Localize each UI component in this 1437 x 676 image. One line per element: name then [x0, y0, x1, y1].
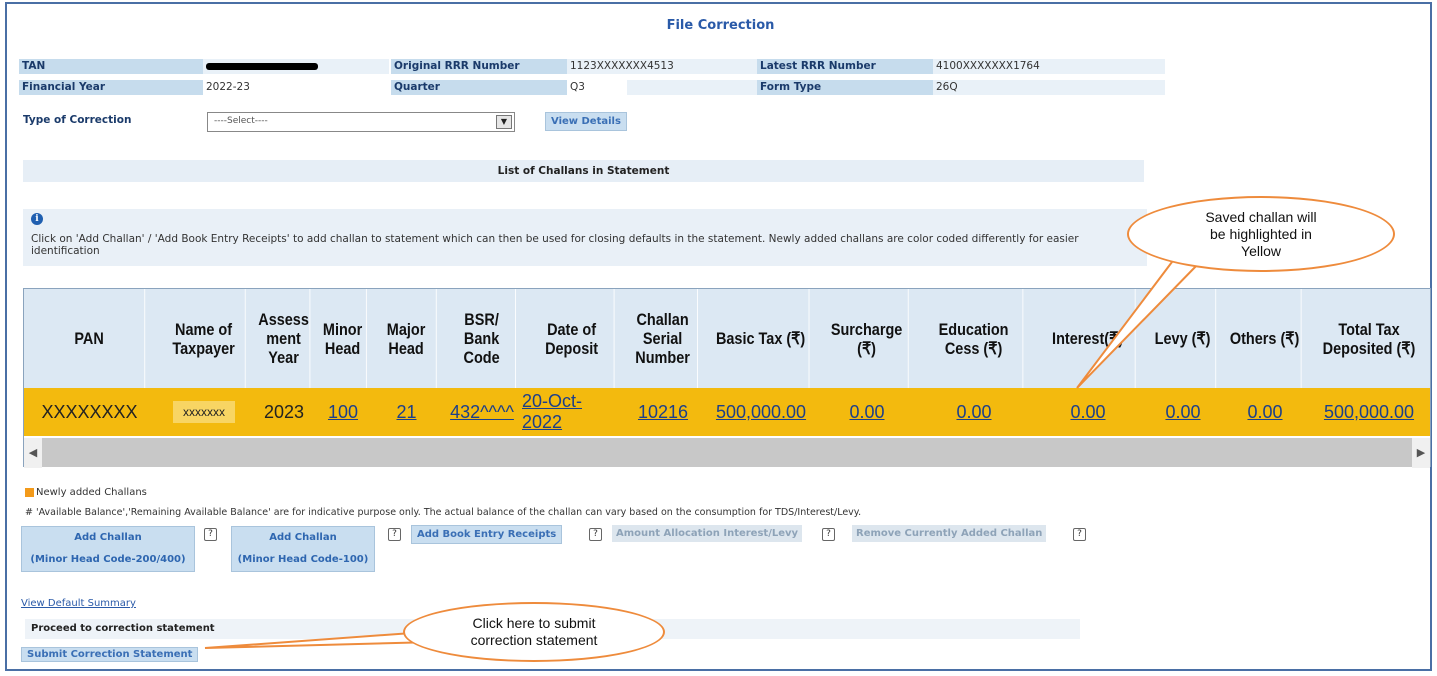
tan-redacted: [206, 63, 318, 70]
saved-challan-callout-text: Saved challan will be highlighted in Yel…: [1205, 208, 1317, 259]
legend-text: Newly added Challans: [36, 487, 147, 498]
file-correction-panel: File Correction TAN Original RRR Number …: [5, 2, 1432, 671]
cell-basic-tax-link[interactable]: 500,000.00: [704, 388, 818, 436]
help-icon[interactable]: ?: [1073, 528, 1086, 541]
col-others: Others (₹): [1228, 289, 1302, 388]
col-assessment-year: Assess ment Year: [258, 289, 311, 388]
info-icon: i: [31, 213, 43, 225]
fy-value: 2022-23: [203, 80, 389, 95]
help-icon[interactable]: ?: [388, 528, 401, 541]
cell-date-link[interactable]: 20-Oct-2022: [522, 388, 622, 436]
latest-rrr-label: Latest RRR Number: [757, 59, 933, 74]
scroll-left-icon[interactable]: ◀: [24, 438, 42, 468]
help-icon[interactable]: ?: [822, 528, 835, 541]
add-challan-2-label: Add Challan: [269, 532, 337, 543]
challan-grid: PAN Name of Taxpayer Assess ment Year Mi…: [23, 288, 1431, 468]
cell-bsr-link[interactable]: 432^^^^: [442, 388, 522, 436]
cell-levy-link[interactable]: 0.00: [1144, 388, 1222, 436]
info-text: Click on 'Add Challan' / 'Add Book Entry…: [31, 233, 1079, 257]
orig-rrr-value: 1123XXXXXXX4513: [567, 59, 757, 74]
page-title: File Correction: [666, 18, 775, 33]
col-major-head: Major Head: [376, 289, 437, 388]
col-bsr: BSR/ Bank Code: [448, 289, 516, 388]
quarter-spacer: [627, 80, 757, 95]
cell-pan: XXXXXXXX: [41, 401, 138, 422]
col-date-of-deposit: Date of Deposit: [530, 289, 615, 388]
col-minor-head: Minor Head: [319, 289, 367, 388]
latest-rrr-value: 4100XXXXXXX1764: [933, 59, 1165, 74]
tan-label: TAN: [19, 59, 203, 74]
table-row[interactable]: XXXXXXXX xxxxxxx 2023 100 21 432^^^^ 20-…: [24, 388, 1430, 436]
cell-total-tax-link[interactable]: 500,000.00: [1308, 388, 1430, 436]
add-challan-2-sub: (Minor Head Code-100): [237, 554, 369, 565]
type-of-correction-label: Type of Correction: [23, 114, 132, 126]
cell-surcharge-link[interactable]: 0.00: [818, 388, 916, 436]
cell-education-cess-link[interactable]: 0.00: [916, 388, 1032, 436]
grid-header-row: PAN Name of Taxpayer Assess ment Year Mi…: [24, 289, 1430, 388]
col-education-cess: Education Cess (₹): [925, 289, 1024, 388]
name-chip: xxxxxxx: [173, 401, 235, 423]
fy-label: Financial Year: [19, 80, 203, 95]
form-type-value: 26Q: [933, 80, 1165, 95]
cell-challan-serial-link[interactable]: 10216: [622, 388, 704, 436]
col-basic-tax: Basic Tax (₹): [713, 289, 810, 388]
info-box: i Click on 'Add Challan' / 'Add Book Ent…: [23, 209, 1147, 266]
submit-callout: Click here to submit correction statemen…: [403, 602, 665, 662]
add-challan-200-400-button[interactable]: Add Challan (Minor Head Code-200/400): [21, 526, 195, 572]
help-icon[interactable]: ?: [589, 528, 602, 541]
add-challan-1-sub: (Minor Head Code-200/400): [30, 554, 186, 565]
view-default-summary-link[interactable]: View Default Summary: [21, 598, 136, 609]
col-total-tax: Total Tax Deposited (₹): [1322, 319, 1416, 358]
list-of-challans-header: List of Challans in Statement: [23, 160, 1144, 182]
legend-swatch: [25, 487, 34, 497]
tan-value: [203, 59, 389, 74]
horizontal-scrollbar[interactable]: ◀ ▶: [24, 437, 1430, 468]
col-surcharge: Surcharge (₹): [825, 289, 909, 388]
col-name: Name of Taxpayer: [162, 289, 246, 388]
quarter-label: Quarter: [391, 80, 567, 95]
cell-interest-link[interactable]: 0.00: [1032, 388, 1144, 436]
submit-correction-statement-button[interactable]: Submit Correction Statement: [21, 647, 199, 662]
select-value: ----Select----: [214, 116, 268, 126]
add-challan-100-button[interactable]: Add Challan (Minor Head Code-100): [231, 526, 375, 572]
quarter-value: Q3: [567, 80, 627, 95]
remove-challan-button[interactable]: Remove Currently Added Challan: [852, 525, 1047, 542]
chevron-down-icon[interactable]: ▼: [496, 115, 512, 129]
balance-note: # 'Available Balance','Remaining Availab…: [25, 507, 862, 518]
saved-challan-callout: Saved challan will be highlighted in Yel…: [1127, 196, 1395, 272]
amount-allocation-button[interactable]: Amount Allocation Interest/Levy: [612, 525, 803, 542]
col-interest: Interest(₹): [1040, 289, 1136, 388]
help-icon[interactable]: ?: [204, 528, 217, 541]
cell-minor-head-link[interactable]: 100: [315, 388, 371, 436]
cell-assessment-year: 2023: [263, 401, 305, 422]
cell-others-link[interactable]: 0.00: [1222, 388, 1308, 436]
type-of-correction-select[interactable]: ----Select---- ▼: [207, 112, 515, 132]
cell-major-head-link[interactable]: 21: [371, 388, 442, 436]
add-challan-1-label: Add Challan: [74, 532, 142, 543]
col-challan-serial: Challan Serial Number: [628, 289, 698, 388]
col-levy: Levy (₹): [1150, 289, 1217, 388]
legend: Newly added Challans: [25, 487, 147, 498]
add-book-entry-button[interactable]: Add Book Entry Receipts: [411, 525, 563, 544]
submit-callout-text: Click here to submit correction statemen…: [470, 615, 598, 648]
col-pan: PAN: [34, 289, 146, 388]
view-details-button[interactable]: View Details: [545, 112, 627, 131]
cell-name: xxxxxxx: [155, 388, 253, 436]
form-type-label: Form Type: [757, 80, 933, 95]
scroll-right-icon[interactable]: ▶: [1412, 438, 1430, 468]
orig-rrr-label: Original RRR Number: [391, 59, 567, 74]
